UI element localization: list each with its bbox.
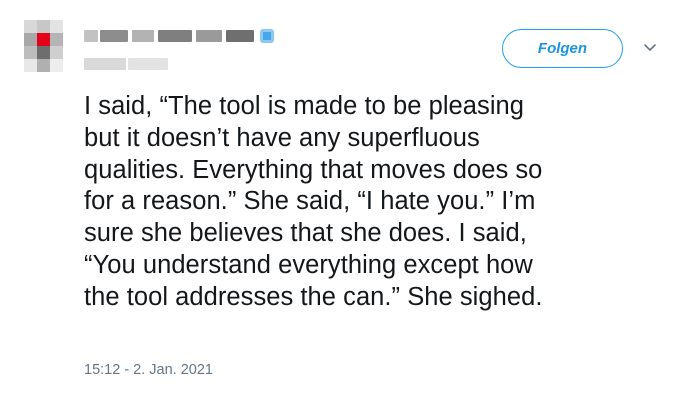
chevron-down-icon[interactable] [643,43,657,53]
tweet-timestamp[interactable]: 15:12 - 2. Jan. 2021 [84,362,213,378]
tweet-text-line: the tool addresses the can.” She sighed. [84,282,543,311]
tweet-text-line: sure she believes that she does. I said, [84,219,527,248]
tweet-text: I said, “The tool is made to be pleasing… [84,91,684,314]
tweet-text-line: qualities. Everything that moves does so [84,155,543,184]
tweet-text-line: I said, “The tool is made to be pleasing [84,92,524,120]
follow-button[interactable]: Folgen [502,29,623,68]
verified-badge-icon [260,29,274,43]
tweet-text-line: for a reason.” She said, “I hate you.” I… [84,187,536,216]
tweet-text-line: but it doesn’t have any superfluous [84,123,480,152]
tweet-card: Folgen I said, “The tool is made to be p… [0,0,700,404]
avatar[interactable] [24,20,76,72]
tweet-text-line: “You understand everything except how [84,250,533,279]
follow-button-label: Folgen [537,40,588,57]
